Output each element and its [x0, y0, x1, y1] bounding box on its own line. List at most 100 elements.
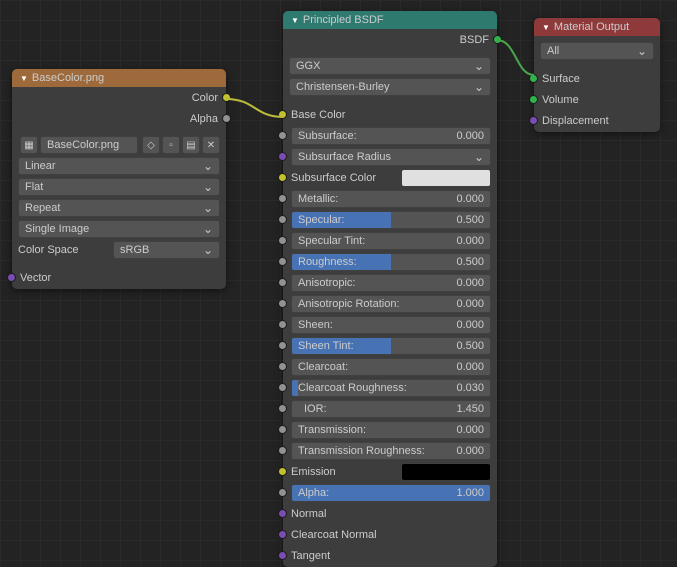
socket-transmission_roughness-in[interactable]	[278, 446, 287, 455]
transmission-slider[interactable]: Transmission:0.000	[291, 421, 491, 439]
socket-ior-in[interactable]	[278, 404, 287, 413]
input-vector-row: Vector	[12, 268, 226, 288]
param-roughness: Roughness:0.500	[283, 252, 497, 272]
input-surface: Surface	[534, 69, 660, 89]
output-label: Alpha	[190, 113, 218, 125]
socket-anisotropic-in[interactable]	[278, 278, 287, 287]
socket-subsurface_color-in[interactable]	[278, 173, 287, 182]
param-subsurface: Subsurface:0.000	[283, 126, 497, 146]
param-sheen_tint: Sheen Tint:0.500	[283, 336, 497, 356]
anisotropic-slider[interactable]: Anisotropic:0.000	[291, 274, 491, 292]
socket-transmission-in[interactable]	[278, 425, 287, 434]
source-dropdown[interactable]: Single Image	[18, 220, 220, 238]
socket-subsurface_radius-in[interactable]	[278, 152, 287, 161]
distribution-dropdown[interactable]: GGX	[289, 57, 491, 75]
subsurface_color-swatch[interactable]	[401, 169, 491, 187]
metallic-slider[interactable]: Metallic:0.000	[291, 190, 491, 208]
emission-swatch[interactable]	[401, 463, 491, 481]
fake-user-icon[interactable]: ◇	[142, 136, 160, 154]
socket-normal-in[interactable]	[278, 509, 287, 518]
socket-base_color-in[interactable]	[278, 110, 287, 119]
specular-slider[interactable]: Specular:0.500	[291, 211, 491, 229]
param-subsurface_radius: Subsurface Radius	[283, 147, 497, 167]
socket-clearcoat_normal-in[interactable]	[278, 530, 287, 539]
socket-bsdf-out[interactable]	[493, 35, 502, 44]
socket-clearcoat-in[interactable]	[278, 362, 287, 371]
open-image-icon[interactable]: ▤	[182, 136, 200, 154]
param-label: Emission	[291, 466, 336, 478]
param-anisotropic: Anisotropic:0.000	[283, 273, 497, 293]
colorspace-row: Color Space sRGB	[18, 240, 220, 260]
param-transmission_roughness: Transmission Roughness:0.000	[283, 441, 497, 461]
node-header[interactable]: BaseColor.png	[12, 69, 226, 87]
socket-specular-in[interactable]	[278, 215, 287, 224]
param-label: Clearcoat Normal	[291, 529, 377, 541]
sheen_tint-slider[interactable]: Sheen Tint:0.500	[291, 337, 491, 355]
socket-sheen-in[interactable]	[278, 320, 287, 329]
param-label: Tangent	[291, 550, 330, 562]
param-clearcoat_roughness: Clearcoat Roughness:0.030	[283, 378, 497, 398]
socket-tangent-in[interactable]	[278, 551, 287, 560]
socket-clearcoat_roughness-in[interactable]	[278, 383, 287, 392]
param-normal: Normal	[283, 504, 497, 524]
socket-sheen_tint-in[interactable]	[278, 341, 287, 350]
socket-surface-in[interactable]	[529, 74, 538, 83]
sss-method-dropdown[interactable]: Christensen-Burley	[289, 78, 491, 96]
transmission_roughness-slider[interactable]: Transmission Roughness:0.000	[291, 442, 491, 460]
socket-specular_tint-in[interactable]	[278, 236, 287, 245]
param-metallic: Metallic:0.000	[283, 189, 497, 209]
node-image-texture[interactable]: BaseColor.png Color Alpha ▦ BaseColor.pn…	[12, 69, 226, 289]
image-file-row: ▦ BaseColor.png ◇ ▫ ▤ ✕	[18, 135, 220, 155]
node-header[interactable]: Principled BSDF	[283, 11, 497, 29]
node-title: Principled BSDF	[303, 14, 384, 26]
subsurface_radius-dropdown[interactable]: Subsurface Radius	[291, 148, 491, 166]
param-ior: IOR:1.450	[283, 399, 497, 419]
input-label: Volume	[542, 94, 579, 106]
sheen-slider[interactable]: Sheen:0.000	[291, 316, 491, 334]
param-subsurface_color: Subsurface Color	[283, 168, 497, 188]
socket-alpha-in[interactable]	[278, 488, 287, 497]
new-image-icon[interactable]: ▫	[162, 136, 180, 154]
param-specular_tint: Specular Tint:0.000	[283, 231, 497, 251]
param-tangent: Tangent	[283, 546, 497, 566]
clearcoat-slider[interactable]: Clearcoat:0.000	[291, 358, 491, 376]
anisotropic_rotation-slider[interactable]: Anisotropic Rotation:0.000	[291, 295, 491, 313]
subsurface-slider[interactable]: Subsurface:0.000	[291, 127, 491, 145]
param-label: Subsurface Color	[291, 172, 376, 184]
socket-displacement-in[interactable]	[529, 116, 538, 125]
output-color-row: Color	[12, 88, 226, 108]
image-file-field[interactable]: BaseColor.png	[40, 136, 138, 154]
extension-dropdown[interactable]: Repeat	[18, 199, 220, 217]
interpolation-dropdown[interactable]: Linear	[18, 157, 220, 175]
node-header[interactable]: Material Output	[534, 18, 660, 36]
colorspace-dropdown[interactable]: sRGB	[113, 241, 220, 259]
output-target-dropdown[interactable]: All	[540, 42, 654, 60]
socket-emission-in[interactable]	[278, 467, 287, 476]
socket-vector-in[interactable]	[7, 273, 16, 282]
projection-dropdown[interactable]: Flat	[18, 178, 220, 196]
socket-metallic-in[interactable]	[278, 194, 287, 203]
input-label: Displacement	[542, 115, 609, 127]
node-principled-bsdf[interactable]: Principled BSDF BSDF GGX Christensen-Bur…	[283, 11, 497, 567]
param-label: Normal	[291, 508, 326, 520]
alpha-slider[interactable]: Alpha:1.000	[291, 484, 491, 502]
socket-alpha-out[interactable]	[222, 114, 231, 123]
ior-slider[interactable]: IOR:1.450	[291, 400, 491, 418]
unlink-icon[interactable]: ✕	[202, 136, 220, 154]
socket-roughness-in[interactable]	[278, 257, 287, 266]
output-label: Color	[192, 92, 218, 104]
socket-color-out[interactable]	[222, 93, 231, 102]
specular_tint-slider[interactable]: Specular Tint:0.000	[291, 232, 491, 250]
image-icon[interactable]: ▦	[20, 136, 38, 154]
socket-anisotropic_rotation-in[interactable]	[278, 299, 287, 308]
clearcoat_roughness-slider[interactable]: Clearcoat Roughness:0.030	[291, 379, 491, 397]
input-label: Surface	[542, 73, 580, 85]
colorspace-label: Color Space	[18, 244, 113, 256]
roughness-slider[interactable]: Roughness:0.500	[291, 253, 491, 271]
node-material-output[interactable]: Material Output All Surface Volume Displac…	[534, 18, 660, 132]
param-clearcoat_normal: Clearcoat Normal	[283, 525, 497, 545]
socket-volume-in[interactable]	[529, 95, 538, 104]
param-transmission: Transmission:0.000	[283, 420, 497, 440]
socket-subsurface-in[interactable]	[278, 131, 287, 140]
param-specular: Specular:0.500	[283, 210, 497, 230]
